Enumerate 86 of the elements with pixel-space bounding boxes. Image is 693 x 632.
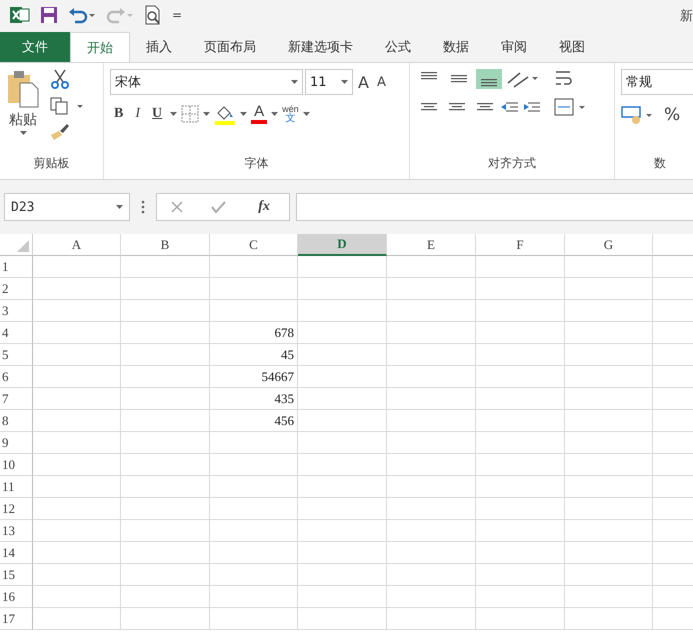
paste-button[interactable]: 粘贴 — [6, 69, 40, 135]
brush-icon[interactable] — [50, 123, 70, 141]
row-header[interactable]: 11 — [0, 476, 33, 498]
name-box[interactable]: D23 — [4, 193, 130, 221]
underline-button[interactable]: U — [148, 105, 166, 123]
table-cell: 435 — [210, 388, 298, 410]
file-tab[interactable]: 文件 — [0, 32, 70, 62]
row-header[interactable]: 16 — [0, 586, 33, 608]
italic-button[interactable]: I — [131, 105, 144, 123]
lines-icon — [481, 79, 497, 87]
row-header[interactable]: 6 — [0, 366, 33, 388]
font-name-dropdown[interactable]: 宋体 — [110, 69, 303, 95]
column-header[interactable]: G — [565, 234, 653, 256]
undo-icon[interactable] — [68, 6, 96, 24]
row-header[interactable]: 4 — [0, 322, 33, 344]
table-cell: 54667 — [210, 366, 298, 388]
table-cell: 45 — [210, 344, 298, 366]
cut-icon[interactable] — [50, 69, 70, 89]
caret-icon — [170, 112, 178, 116]
row-header[interactable]: 7 — [0, 388, 33, 410]
ribbon-tab[interactable]: 审阅 — [485, 32, 543, 62]
font-size-dropdown[interactable]: 11 — [305, 69, 353, 95]
ribbon-tab[interactable]: 公式 — [369, 32, 427, 62]
lines-icon — [421, 72, 437, 80]
column-header[interactable]: D — [298, 234, 387, 256]
caret-icon — [271, 112, 278, 116]
window-title: 新 — [680, 8, 693, 25]
lines-icon — [477, 103, 493, 111]
caret-icon — [240, 112, 248, 116]
vertical-align-button[interactable] — [476, 69, 502, 89]
row-header[interactable]: 12 — [0, 498, 33, 520]
caret-icon — [20, 131, 26, 135]
row-header[interactable]: 13 — [0, 520, 33, 542]
insert-function-button[interactable]: fx — [252, 198, 276, 216]
column-header[interactable]: B — [121, 234, 210, 256]
print-preview-icon[interactable] — [144, 5, 162, 25]
row-header[interactable]: 14 — [0, 542, 33, 564]
grow-font-button[interactable]: A — [355, 70, 372, 94]
column-header[interactable]: C — [210, 234, 298, 256]
ribbon-tab[interactable]: 开始 — [70, 32, 130, 62]
lines-icon — [421, 103, 437, 111]
formula-input[interactable] — [296, 193, 693, 221]
ribbon-tab[interactable]: 页面布局 — [188, 32, 272, 62]
row-header[interactable]: 10 — [0, 454, 33, 476]
group-label: 对齐方式 — [488, 155, 536, 172]
ribbon-tab[interactable]: 新建选项卡 — [272, 32, 369, 62]
row-header[interactable]: 3 — [0, 300, 33, 322]
row-header[interactable]: 5 — [0, 344, 33, 366]
merge-cells-icon[interactable] — [554, 97, 586, 117]
column-header[interactable]: F — [476, 234, 565, 256]
ribbon-tab[interactable]: 插入 — [130, 32, 188, 62]
font-color-button[interactable]: A — [251, 104, 268, 124]
row-header[interactable]: 2 — [0, 278, 33, 300]
copy-icon[interactable] — [50, 97, 84, 115]
lines-icon — [451, 75, 467, 83]
table-cell: 678 — [210, 322, 298, 344]
phonetic-guide-button[interactable]: wén 文 — [282, 104, 299, 124]
column-header[interactable]: E — [387, 234, 476, 256]
caret-icon — [341, 80, 348, 84]
column-header[interactable]: A — [33, 234, 121, 256]
lines-icon — [449, 103, 465, 111]
group-label: 剪贴板 — [34, 155, 70, 172]
bold-button[interactable]: B — [110, 105, 128, 123]
row-header[interactable]: 8 — [0, 410, 33, 432]
row-header[interactable]: 1 — [0, 256, 33, 278]
row-header[interactable]: 9 — [0, 432, 33, 454]
ribbon-tab[interactable]: 视图 — [543, 32, 601, 62]
number-format-field[interactable]: 常规 — [621, 69, 693, 95]
row-header[interactable]: 17 — [0, 608, 33, 630]
row-header[interactable]: 15 — [0, 564, 33, 586]
caret-icon — [302, 112, 310, 116]
spreadsheet-logo-icon — [10, 6, 30, 24]
caret-icon — [291, 80, 298, 84]
shrink-font-button[interactable]: A — [374, 72, 389, 92]
save-icon[interactable] — [40, 6, 58, 24]
group-label: 字体 — [244, 155, 268, 172]
caret-icon — [203, 112, 210, 116]
check-icon[interactable] — [210, 200, 226, 214]
percent-button[interactable]: % — [661, 103, 684, 127]
customize-menu-button[interactable]: = — [172, 8, 182, 22]
ribbon-tab[interactable]: 数据 — [427, 32, 485, 62]
borders-icon[interactable] — [181, 105, 200, 123]
caret-icon — [116, 205, 123, 209]
table-cell: 456 — [210, 410, 298, 432]
group-label: 数 — [654, 155, 666, 172]
currency-icon[interactable] — [621, 105, 655, 125]
